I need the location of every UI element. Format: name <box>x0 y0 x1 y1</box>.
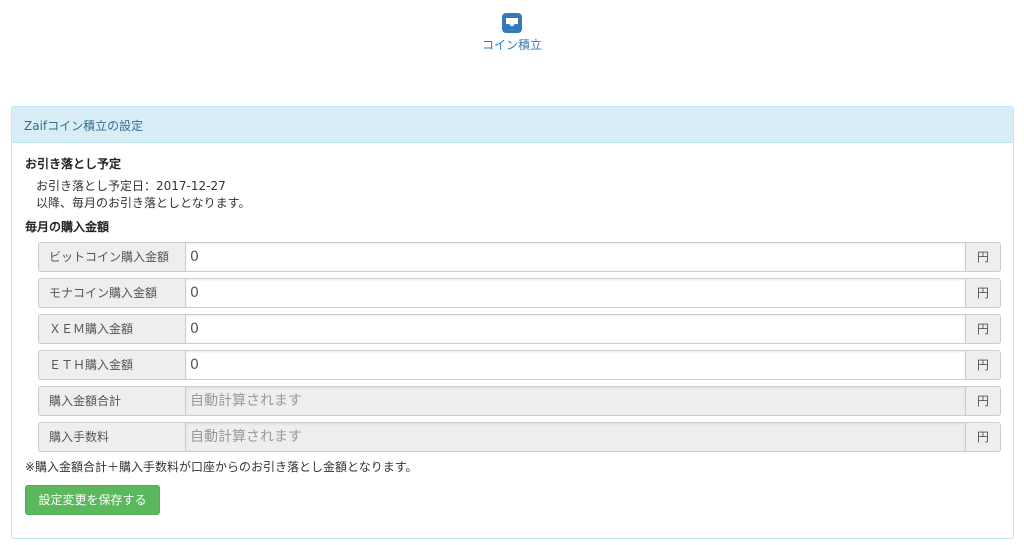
settings-panel: Zaifコイン積立の設定 お引き落とし予定 お引き落とし予定日：2017-12-… <box>11 106 1014 539</box>
total-amount-unit: 円 <box>966 386 1001 416</box>
fee-amount-unit: 円 <box>966 422 1001 452</box>
save-settings-button[interactable]: 設定変更を保存する <box>25 485 160 515</box>
top-nav: コイン積立 <box>0 0 1024 70</box>
xem-amount-label: ＸＥＭ購入金額 <box>38 314 185 344</box>
xem-amount-unit: 円 <box>966 314 1001 344</box>
btc-amount-input[interactable] <box>185 242 966 272</box>
fee-amount-field <box>185 422 966 452</box>
debit-date: お引き落とし予定日：2017-12-27 <box>36 179 226 193</box>
debit-section-title: お引き落とし予定 <box>25 157 122 171</box>
eth-amount-unit: 円 <box>966 350 1001 380</box>
eth-amount-input[interactable] <box>185 350 966 380</box>
total-amount-field <box>185 386 966 416</box>
inbox-icon <box>502 13 522 33</box>
panel-body: お引き落とし予定 お引き落とし予定日：2017-12-27 以降、毎月のお引き落… <box>12 143 1013 515</box>
total-amount-label: 購入金額合計 <box>38 386 185 416</box>
mona-amount-unit: 円 <box>966 278 1001 308</box>
panel-title: Zaifコイン積立の設定 <box>12 107 1013 143</box>
mona-amount-group: モナコイン購入金額 円 <box>38 278 1001 308</box>
eth-amount-label: ＥＴＨ購入金額 <box>38 350 185 380</box>
debit-note: ※購入金額合計＋購入手数料が口座からのお引き落とし金額となります。 <box>25 460 418 474</box>
nav-item-label: コイン積立 <box>481 38 542 52</box>
mona-amount-input[interactable] <box>185 278 966 308</box>
monthly-section-title: 毎月の購入金額 <box>25 220 110 234</box>
btc-amount-label: ビットコイン購入金額 <box>38 242 185 272</box>
debit-info: 以降、毎月のお引き落としとなります。 <box>36 196 251 210</box>
fee-amount-label: 購入手数料 <box>38 422 185 452</box>
xem-amount-input[interactable] <box>185 314 966 344</box>
xem-amount-group: ＸＥＭ購入金額 円 <box>38 314 1001 344</box>
nav-item-coin-tsumitate[interactable]: コイン積立 <box>470 8 554 56</box>
mona-amount-label: モナコイン購入金額 <box>38 278 185 308</box>
btc-amount-unit: 円 <box>966 242 1001 272</box>
eth-amount-group: ＥＴＨ購入金額 円 <box>38 350 1001 380</box>
fee-amount-group: 購入手数料 円 <box>38 422 1001 452</box>
total-amount-group: 購入金額合計 円 <box>38 386 1001 416</box>
btc-amount-group: ビットコイン購入金額 円 <box>38 242 1001 272</box>
